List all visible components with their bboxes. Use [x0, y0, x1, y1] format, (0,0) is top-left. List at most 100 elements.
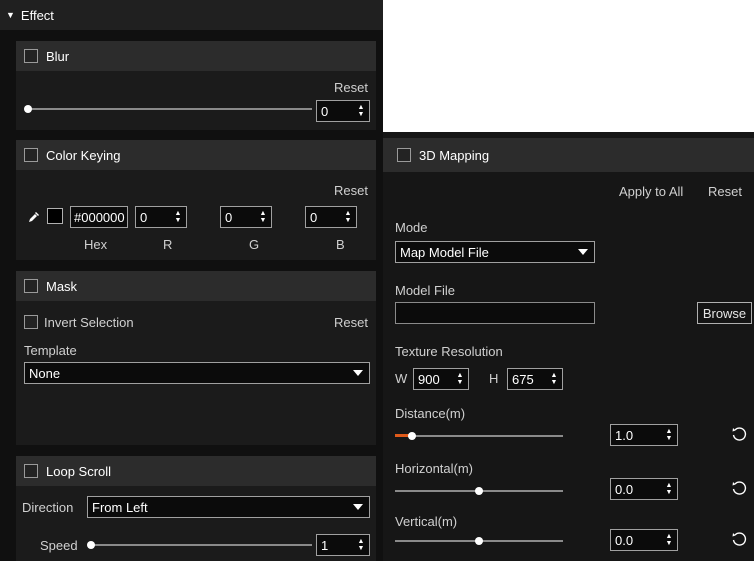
- b-label: B: [336, 237, 345, 252]
- spin-arrows-icon[interactable]: ▲ ▼: [344, 209, 352, 225]
- mask-reset-button[interactable]: Reset: [334, 315, 368, 330]
- loop-scroll-body: Direction From Left Speed 1 ▲ ▼: [16, 486, 376, 561]
- spin-arrows-icon[interactable]: ▲ ▼: [665, 532, 673, 548]
- hex-field[interactable]: #000000: [70, 206, 128, 228]
- loop-scroll-header: Loop Scroll: [16, 456, 376, 486]
- color-keying-title: Color Keying: [46, 147, 121, 163]
- hex-value: #000000: [74, 209, 125, 225]
- mask-title: Mask: [46, 278, 78, 294]
- spin-arrows-icon[interactable]: ▲ ▼: [665, 481, 673, 497]
- chevron-down-icon: [353, 504, 363, 510]
- mask-header: Mask: [16, 271, 376, 301]
- mask-checkbox[interactable]: [24, 279, 38, 293]
- template-value: None: [29, 365, 61, 381]
- b-spinbox[interactable]: 0 ▲ ▼: [305, 206, 357, 228]
- width-value: 900: [418, 371, 440, 387]
- model-file-label: Model File: [395, 283, 455, 298]
- effect-header[interactable]: ▼ Effect: [0, 0, 383, 30]
- vertical-value: 0.0: [615, 532, 634, 548]
- chevron-down-icon: [353, 370, 363, 376]
- speed-slider-track[interactable]: [91, 544, 312, 546]
- mapping-reset-button[interactable]: Reset: [708, 184, 742, 199]
- vertical-spinbox[interactable]: 0.0 ▲ ▼: [610, 529, 678, 551]
- chevron-down-icon: [578, 249, 588, 255]
- mode-value: Map Model File: [400, 244, 489, 260]
- mapping-panel: 3D Mapping Apply to All Reset Mode Map M…: [383, 132, 754, 561]
- speed-value: 1: [321, 537, 329, 553]
- spin-arrows-icon[interactable]: ▲ ▼: [665, 427, 673, 443]
- direction-label: Direction: [22, 500, 74, 515]
- spin-arrows-icon[interactable]: ▲ ▼: [174, 209, 182, 225]
- width-spinbox[interactable]: 900 ▲ ▼: [413, 368, 469, 390]
- apply-to-all-button[interactable]: Apply to All: [619, 184, 683, 199]
- mode-label: Mode: [395, 220, 428, 235]
- effect-panel: ▼ Effect Blur Reset 0 ▲ ▼ Color Keying Re…: [0, 0, 383, 561]
- horizontal-reset-arrow-icon[interactable]: [731, 480, 747, 496]
- blur-slider-thumb[interactable]: [24, 105, 32, 113]
- browse-button[interactable]: Browse: [697, 302, 752, 324]
- mapping-checkbox[interactable]: [397, 148, 411, 162]
- texture-resolution-label: Texture Resolution: [395, 344, 503, 359]
- distance-slider-thumb[interactable]: [407, 432, 416, 440]
- invert-selection-label[interactable]: Invert Selection: [44, 315, 134, 330]
- speed-spinbox[interactable]: 1 ▲ ▼: [316, 534, 370, 556]
- eyedropper-icon[interactable]: [28, 211, 40, 223]
- model-file-input[interactable]: [395, 302, 595, 324]
- spin-arrows-icon[interactable]: ▲ ▼: [357, 103, 365, 119]
- horizontal-slider-thumb[interactable]: [475, 487, 483, 495]
- effect-title: Effect: [20, 7, 54, 23]
- g-spinbox[interactable]: 0 ▲ ▼: [220, 206, 272, 228]
- spin-arrows-icon[interactable]: ▲ ▼: [357, 537, 365, 553]
- blur-spinbox[interactable]: 0 ▲ ▼: [316, 100, 370, 122]
- horizontal-spinbox[interactable]: 0.0 ▲ ▼: [610, 478, 678, 500]
- blur-slider-track[interactable]: [28, 108, 312, 110]
- template-select[interactable]: None: [24, 362, 370, 384]
- speed-label: Speed: [40, 538, 78, 553]
- distance-slider-track[interactable]: [395, 435, 563, 437]
- g-value: 0: [225, 209, 233, 225]
- distance-spinbox[interactable]: 1.0 ▲ ▼: [610, 424, 678, 446]
- loop-scroll-checkbox[interactable]: [24, 464, 38, 478]
- blur-value: 0: [321, 103, 329, 119]
- color-swatch[interactable]: [47, 208, 63, 224]
- mode-select[interactable]: Map Model File: [395, 241, 595, 263]
- blur-body: Reset 0 ▲ ▼: [16, 71, 376, 130]
- color-keying-header: Color Keying: [16, 140, 376, 170]
- blur-reset-button[interactable]: Reset: [334, 80, 368, 95]
- r-value: 0: [140, 209, 148, 225]
- color-keying-body: Reset #000000 0 ▲ ▼ 0 ▲ ▼ 0 ▲ ▼ Hex R G B: [16, 170, 376, 260]
- color-keying-reset-button[interactable]: Reset: [334, 183, 368, 198]
- horizontal-value: 0.0: [615, 481, 634, 497]
- spin-arrows-icon[interactable]: ▲ ▼: [550, 371, 558, 387]
- height-value: 675: [512, 371, 534, 387]
- spin-arrows-icon[interactable]: ▲ ▼: [259, 209, 267, 225]
- w-label: W: [395, 371, 408, 386]
- r-spinbox[interactable]: 0 ▲ ▼: [135, 206, 187, 228]
- vertical-label: Vertical(m): [395, 514, 458, 529]
- blur-title: Blur: [46, 48, 70, 64]
- template-label: Template: [24, 343, 77, 358]
- g-label: G: [249, 237, 260, 252]
- mask-body: Invert Selection Reset Template None: [16, 301, 376, 445]
- invert-selection-checkbox[interactable]: [24, 315, 38, 329]
- direction-value: From Left: [92, 499, 148, 515]
- spin-arrows-icon[interactable]: ▲ ▼: [456, 371, 464, 387]
- collapse-triangle-icon[interactable]: ▼: [6, 10, 15, 20]
- distance-reset-arrow-icon[interactable]: [731, 426, 747, 442]
- vertical-slider-thumb[interactable]: [475, 537, 483, 545]
- b-value: 0: [310, 209, 318, 225]
- horizontal-label: Horizontal(m): [395, 461, 474, 476]
- height-spinbox[interactable]: 675 ▲ ▼: [507, 368, 563, 390]
- hex-label: Hex: [84, 237, 108, 252]
- color-keying-checkbox[interactable]: [24, 148, 38, 162]
- blur-header: Blur: [16, 41, 376, 71]
- blur-checkbox[interactable]: [24, 49, 38, 63]
- direction-select[interactable]: From Left: [87, 496, 370, 518]
- speed-slider-thumb[interactable]: [87, 541, 95, 549]
- mapping-title: 3D Mapping: [419, 147, 490, 163]
- h-label: H: [489, 371, 499, 386]
- distance-value: 1.0: [615, 427, 634, 443]
- r-label: R: [163, 237, 173, 252]
- mapping-header: 3D Mapping: [383, 138, 754, 172]
- vertical-reset-arrow-icon[interactable]: [731, 531, 747, 547]
